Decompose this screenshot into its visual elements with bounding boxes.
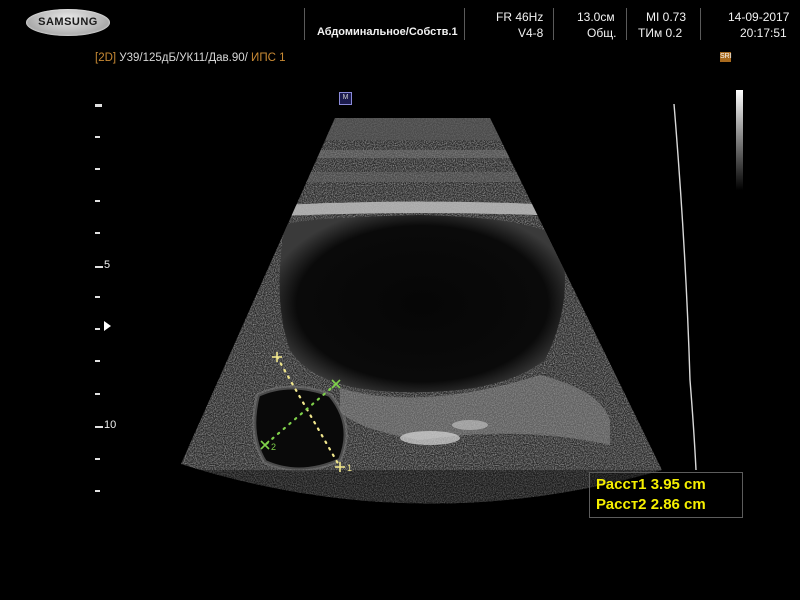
probe-name: V4-8 [518, 26, 544, 40]
frame-rate: FR 46Hz [496, 10, 544, 24]
depth-label-5: 5 [104, 259, 111, 271]
exam-date: 14-09-2017 [728, 10, 790, 24]
depth-tick [95, 232, 100, 234]
orientation-marker-icon: M [339, 92, 352, 105]
depth-tick [95, 168, 100, 170]
measurement-results: Расст1 3.95 cm Расст2 2.86 cm [589, 472, 743, 518]
depth-tick [95, 328, 100, 330]
preset-label: Абдоминальное/Собств.1 [317, 26, 458, 38]
header-divider [304, 8, 305, 40]
depth-tick [95, 458, 100, 460]
tim-value: ТИм 0.2 [638, 26, 683, 40]
caliper-label-2: 2 [271, 442, 276, 452]
header-divider [553, 8, 554, 40]
depth-tick [95, 296, 100, 298]
focus-marker-icon[interactable] [104, 321, 111, 331]
depth-tick [95, 104, 102, 107]
header-divider [700, 8, 701, 40]
depth-value: 13.0см [577, 10, 615, 24]
depth-tick [95, 393, 100, 395]
header-bar: SAMSUNG Абдоминальное/Собств.1 FR 46Hz V… [0, 0, 800, 46]
header-divider [464, 8, 465, 40]
depth-label-10: 10 [104, 419, 117, 431]
brand-label: SAMSUNG [38, 16, 98, 28]
orientation-marker-label: M [342, 94, 349, 101]
distance-1-result: Расст1 3.95 cm [596, 476, 706, 493]
exam-time: 20:17:51 [740, 26, 787, 40]
depth-tick [95, 200, 100, 202]
depth-tick [95, 136, 100, 138]
distance-2-result: Расст2 2.86 cm [596, 496, 706, 513]
caliper-label-1: 1 [347, 463, 352, 473]
depth-tick [95, 490, 100, 492]
samsung-logo: SAMSUNG [26, 9, 110, 36]
depth-tick [95, 426, 103, 428]
general-mode: Общ. [587, 26, 617, 40]
tgc-curve[interactable] [673, 103, 697, 471]
header-divider [626, 8, 627, 40]
depth-tick [95, 266, 103, 268]
depth-tick [95, 360, 100, 362]
mi-value: MI 0.73 [646, 10, 687, 24]
